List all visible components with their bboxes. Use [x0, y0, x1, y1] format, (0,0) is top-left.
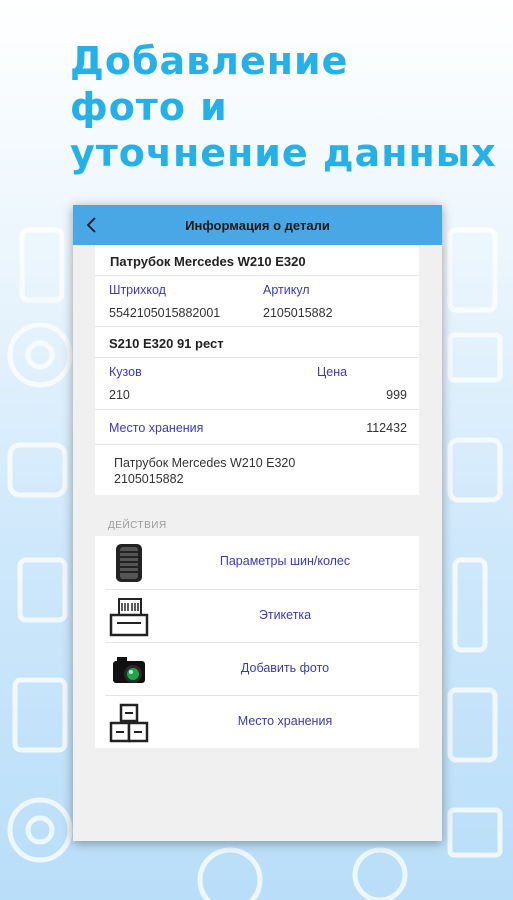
part-info-card: Патрубок Mercedes W210 E320 Штрихкод Арт…: [95, 245, 419, 495]
chevron-left-icon[interactable]: [83, 214, 101, 236]
divider: [95, 409, 419, 410]
wrench-bg-icon: [447, 437, 503, 503]
article-label: Артикул: [263, 283, 310, 297]
tire-icon: [116, 544, 142, 582]
oil-bg-icon: [447, 687, 498, 763]
barcode-label: Штрихкод: [109, 283, 166, 297]
filter-bg-icon: [12, 677, 68, 753]
battery-bg-icon-2: [447, 807, 503, 858]
spark-plug-bg-icon-2: [452, 557, 488, 653]
brake-disc-bg-icon-2: [7, 797, 73, 863]
divider: [95, 444, 419, 445]
piston-bg-icon: [447, 227, 498, 313]
wheel-bg-icon: [197, 847, 263, 900]
brake-disc-bg-icon: [7, 322, 73, 388]
label-printer-icon: [109, 598, 149, 637]
promo-headline: Добавление фото и уточнение данных: [70, 38, 497, 176]
add-photo-label: Добавить фото: [240, 661, 330, 675]
storage-place-button[interactable]: Место хранения: [95, 696, 419, 749]
divider: [95, 357, 419, 358]
body-label: Кузов: [109, 365, 142, 379]
price-label: Цена: [317, 365, 348, 379]
body-value: 210: [109, 388, 130, 402]
battery-bg-icon: [447, 332, 503, 383]
headline-line-2: фото и: [70, 85, 228, 129]
description-line-2: 2105015882: [114, 472, 184, 486]
tire-params-label: Параметры шин/колес: [219, 554, 351, 568]
tire-params-button[interactable]: Параметры шин/колес: [95, 536, 419, 589]
storage-value: 112432: [366, 421, 407, 435]
price-value: 999: [386, 388, 407, 402]
page-title: Информация о детали: [185, 217, 330, 233]
gear-bg-icon: [352, 847, 408, 900]
description-line-1: Патрубок Mercedes W210 E320: [114, 456, 296, 470]
headline-line-1: Добавление: [70, 39, 349, 83]
storage-place-label: Место хранения: [237, 714, 333, 728]
app-bar: Информация о детали: [73, 205, 442, 245]
divider: [95, 275, 419, 276]
car-bg-icon: [7, 442, 68, 498]
headline-line-3: уточнение данных: [70, 131, 497, 175]
camera-icon: [113, 657, 145, 683]
phone-screen: Информация о детали Патрубок Mercedes W2…: [73, 205, 442, 841]
part-name: Патрубок Mercedes W210 E320: [110, 254, 306, 269]
label-button-text: Этикетка: [258, 608, 312, 622]
storage-label: Место хранения: [109, 421, 204, 435]
barcode-value: 5542105015882001: [109, 306, 221, 320]
part-bg-icon: [17, 557, 68, 623]
label-button[interactable]: Этикетка: [95, 590, 419, 643]
spark-plug-bg-icon: [19, 227, 65, 303]
storage-boxes-icon: [109, 703, 149, 743]
part-model: S210 E320 91 рест: [109, 336, 224, 351]
actions-header: ДЕЙСТВИЯ: [108, 520, 167, 531]
divider: [95, 326, 419, 327]
add-photo-button[interactable]: Добавить фото: [95, 643, 419, 696]
actions-card: Параметры шин/колес Этикетка Добавить фо…: [95, 536, 419, 748]
article-value: 2105015882: [263, 306, 333, 320]
